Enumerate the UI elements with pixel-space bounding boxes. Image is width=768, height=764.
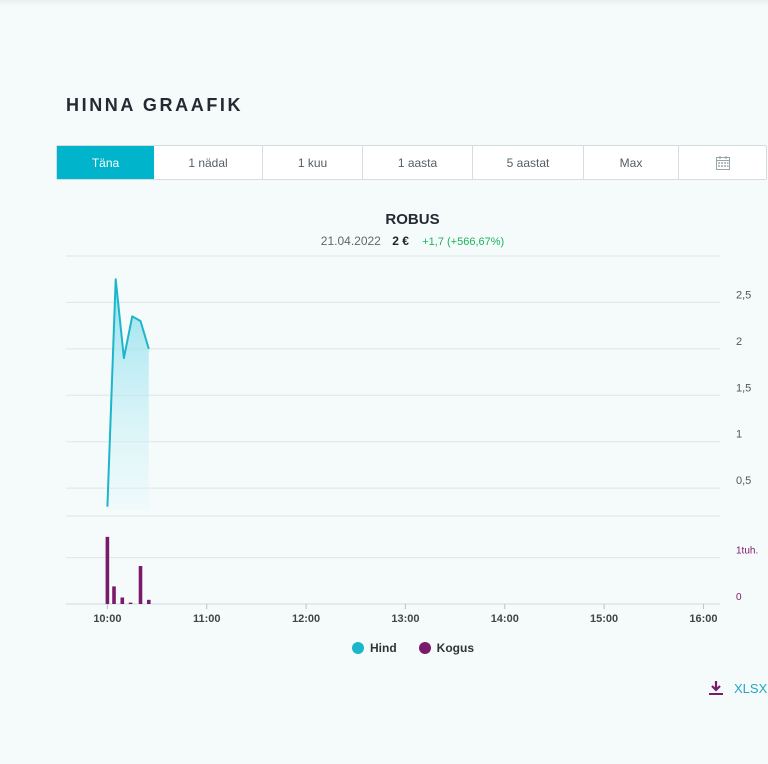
legend-dot-hind [352, 642, 364, 654]
legend-label-hind: Hind [370, 641, 397, 655]
volume-bar[interactable] [112, 586, 116, 604]
x-tick-label: 15:00 [590, 613, 618, 625]
x-tick-label: 11:00 [193, 613, 221, 625]
x-tick-label: 13:00 [391, 613, 419, 625]
price-tick-label: 0,5 [736, 475, 751, 487]
chart-legend: Hind Kogus [352, 641, 474, 655]
price-tick-label: 1 [736, 429, 742, 441]
volume-tick-label: 0 [736, 592, 742, 603]
x-tick-label: 16:00 [689, 613, 717, 625]
download-label: XLSX [734, 680, 768, 696]
x-tick-label: 12:00 [292, 613, 320, 625]
price-tick-label: 1,5 [736, 382, 751, 394]
price-chart[interactable]: 0,5 1 1,5 2 2,5 0 1tuh. 10:00 11:00 12:00 13:00 14:… [0, 0, 768, 640]
legend-item-kogus[interactable]: Kogus [418, 641, 475, 655]
legend-dot-kogus [418, 642, 431, 654]
legend-item-hind[interactable]: Hind [352, 641, 397, 655]
volume-tick-label: 1tuh. [736, 546, 758, 557]
download-icon [709, 681, 723, 695]
volume-bar[interactable] [128, 602, 133, 604]
volume-bar[interactable] [120, 597, 125, 604]
volume-bar[interactable] [138, 566, 143, 604]
x-tick-label: 10:00 [93, 613, 121, 625]
volume-bar[interactable] [105, 536, 110, 604]
x-tick-label: 14:00 [491, 613, 519, 625]
legend-label-kogus: Kogus [436, 641, 475, 655]
download-xlsx-button[interactable]: XLSX [708, 680, 767, 696]
volume-bar[interactable] [146, 599, 151, 604]
price-tick-label: 2,5 [736, 289, 751, 301]
price-tick-label: 2 [736, 336, 742, 348]
